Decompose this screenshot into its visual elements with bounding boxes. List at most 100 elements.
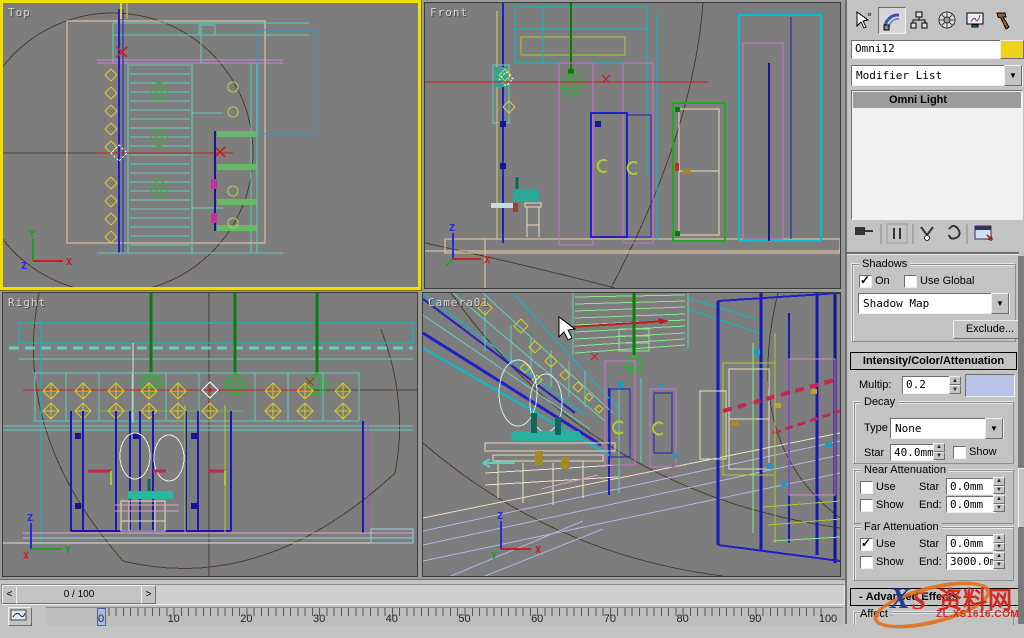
mini-curve-editor-icon	[10, 609, 27, 621]
dropdown-arrow-icon[interactable]: ▼	[991, 293, 1009, 314]
near-end-spinner[interactable]: ▲ ▼	[993, 495, 1005, 512]
time-slider-handle[interactable]: 0 / 100	[16, 585, 142, 604]
time-slider-track[interactable]: < 0 / 100 >	[1, 584, 845, 605]
tab-utilities[interactable]	[990, 7, 1016, 32]
near-show-checkbox[interactable]	[860, 499, 873, 512]
tab-motion[interactable]	[934, 7, 960, 32]
svg-text:X: X	[23, 551, 29, 562]
light-color-swatch[interactable]	[965, 374, 1015, 397]
near-use-checkbox[interactable]	[860, 481, 873, 494]
decay-show-checkbox[interactable]	[953, 446, 966, 459]
tab-hierarchy[interactable]	[906, 7, 932, 32]
panel-scroll-thumb[interactable]	[1018, 468, 1024, 528]
pin-stack-icon[interactable]	[855, 227, 873, 235]
top-axis-gizmo: Y X Z	[21, 229, 72, 272]
near-end-field[interactable]: 0.0mm	[946, 496, 996, 513]
exclude-button[interactable]: Exclude...	[953, 320, 1024, 339]
make-unique-icon[interactable]	[920, 226, 934, 241]
use-global-label: Use Global	[920, 275, 975, 287]
far-start-spinner[interactable]: ▲ ▼	[993, 534, 1005, 551]
multiplier-spinner[interactable]: ▲ ▼	[949, 376, 961, 394]
decay-start-spinner[interactable]: ▲ ▼	[933, 443, 945, 460]
shadows-on-checkbox[interactable]	[859, 273, 872, 288]
trackbar-tick-label: 70	[603, 613, 617, 625]
svg-text:X: X	[484, 255, 490, 266]
trackbar-tick-label: 40	[385, 613, 398, 625]
tab-create[interactable]	[850, 7, 876, 32]
stack-item-omni-light[interactable]: Omni Light	[853, 92, 1021, 108]
svg-text:Z: Z	[21, 261, 27, 272]
trackbar-tick-label: 20	[240, 613, 253, 625]
svg-text:Z: Z	[27, 513, 33, 524]
trackbar-tick-label: 50	[458, 613, 471, 625]
svg-text:Z: Z	[497, 511, 503, 522]
intensity-rollout-header[interactable]: Intensity/Color/Attenuation	[850, 352, 1017, 370]
svg-text:X: X	[66, 257, 72, 268]
trackbar-tick-label: 60	[531, 613, 544, 625]
modifier-stack-list[interactable]: Omni Light	[851, 90, 1023, 220]
viewport-area: Top Y X Z Front Z X Right Z Y X Camera01…	[0, 0, 845, 579]
create-arrow-icon	[856, 10, 872, 29]
viewport-front[interactable]: Front Z X	[424, 2, 841, 289]
panel-scrollbar[interactable]	[1018, 256, 1024, 624]
far-start-field[interactable]: 0.0mm	[946, 535, 996, 552]
mini-curve-editor-button[interactable]	[8, 607, 32, 626]
trackbar-tick-label: 30	[312, 613, 326, 625]
svg-text:Y: Y	[65, 545, 71, 556]
far-show-checkbox[interactable]	[860, 556, 873, 569]
prev-frame-button[interactable]: <	[2, 585, 17, 604]
far-end-label: End:	[919, 556, 942, 568]
near-end-label: End:	[919, 499, 942, 511]
viewport-right[interactable]: Right Z Y X	[2, 292, 418, 577]
modifier-list-dropdown[interactable]: Modifier List ▼	[851, 65, 1023, 86]
show-end-result-icon[interactable]	[886, 223, 908, 244]
trackbar-tick-label: 80	[676, 613, 689, 625]
hierarchy-icon	[910, 11, 928, 28]
modify-rainbow-icon	[883, 12, 900, 30]
dropdown-arrow-icon[interactable]: ▼	[1004, 65, 1022, 86]
near-use-label: Use	[876, 481, 896, 493]
right-viewport-wireframe: Z Y X	[3, 293, 417, 576]
near-start-label: Star	[919, 481, 940, 493]
far-end-field[interactable]: 3000.0mm	[946, 553, 996, 570]
object-color-swatch[interactable]	[1000, 40, 1024, 59]
shadows-on-label: On	[875, 275, 890, 287]
svg-text:Z: Z	[449, 223, 455, 234]
tab-modify[interactable]	[878, 7, 906, 34]
multiplier-field[interactable]: 0.2	[902, 376, 952, 394]
trackbar-tick-label: 90	[749, 613, 762, 625]
dropdown-arrow-icon[interactable]: ▼	[985, 418, 1003, 439]
use-global-checkbox[interactable]	[904, 275, 917, 288]
decay-type-dropdown[interactable]: None ▼	[890, 418, 1004, 439]
object-name-field[interactable]: Omni12	[851, 40, 1001, 59]
near-start-spinner[interactable]: ▲ ▼	[993, 477, 1005, 494]
next-frame-button[interactable]: >	[141, 585, 156, 604]
svg-text:Y: Y	[491, 551, 497, 562]
far-use-checkbox[interactable]	[860, 536, 873, 551]
shadow-type-dropdown[interactable]: Shadow Map ▼	[858, 293, 1010, 314]
configure-modifier-sets-icon[interactable]	[974, 225, 993, 241]
bottom-bar: < 0 / 100 > 0 10 20 30 40 50 60 70 80 90 100	[0, 579, 845, 626]
command-panel: Omni12 Modifier List ▼ Omni Light Shadow…	[845, 0, 1024, 625]
viewport-camera[interactable]: Camera01 Z X Y	[422, 292, 841, 577]
viewport-right-label: Right	[8, 296, 47, 309]
advanced-effects-rollout-header[interactable]: - Advanced Effects	[850, 588, 1024, 606]
decay-start-field[interactable]: 40.0mm	[890, 444, 936, 461]
remove-modifier-icon[interactable]	[948, 225, 961, 240]
affect-surfaces-label: Affect Surfaces:	[860, 608, 892, 620]
display-monitor-icon	[966, 12, 984, 27]
track-bar[interactable]: 0 10 20 30 40 50 60 70 80 90 100	[46, 607, 843, 626]
svg-text:Y: Y	[29, 229, 35, 240]
far-show-label: Show	[876, 556, 904, 568]
decay-show-label: Show	[969, 446, 997, 458]
viewport-top[interactable]: Top Y X Z	[0, 0, 421, 290]
decay-type-label: Type	[864, 422, 888, 434]
panel-divider	[847, 252, 1019, 255]
near-start-field[interactable]: 0.0mm	[946, 478, 996, 495]
tab-display[interactable]	[962, 7, 988, 32]
near-show-label: Show	[876, 499, 904, 511]
trackbar-tick-label: 0	[97, 613, 105, 625]
far-end-spinner[interactable]: ▲ ▼	[993, 552, 1005, 569]
trackbar-tick-label: 10	[167, 613, 180, 625]
far-start-label: Star	[919, 538, 940, 550]
